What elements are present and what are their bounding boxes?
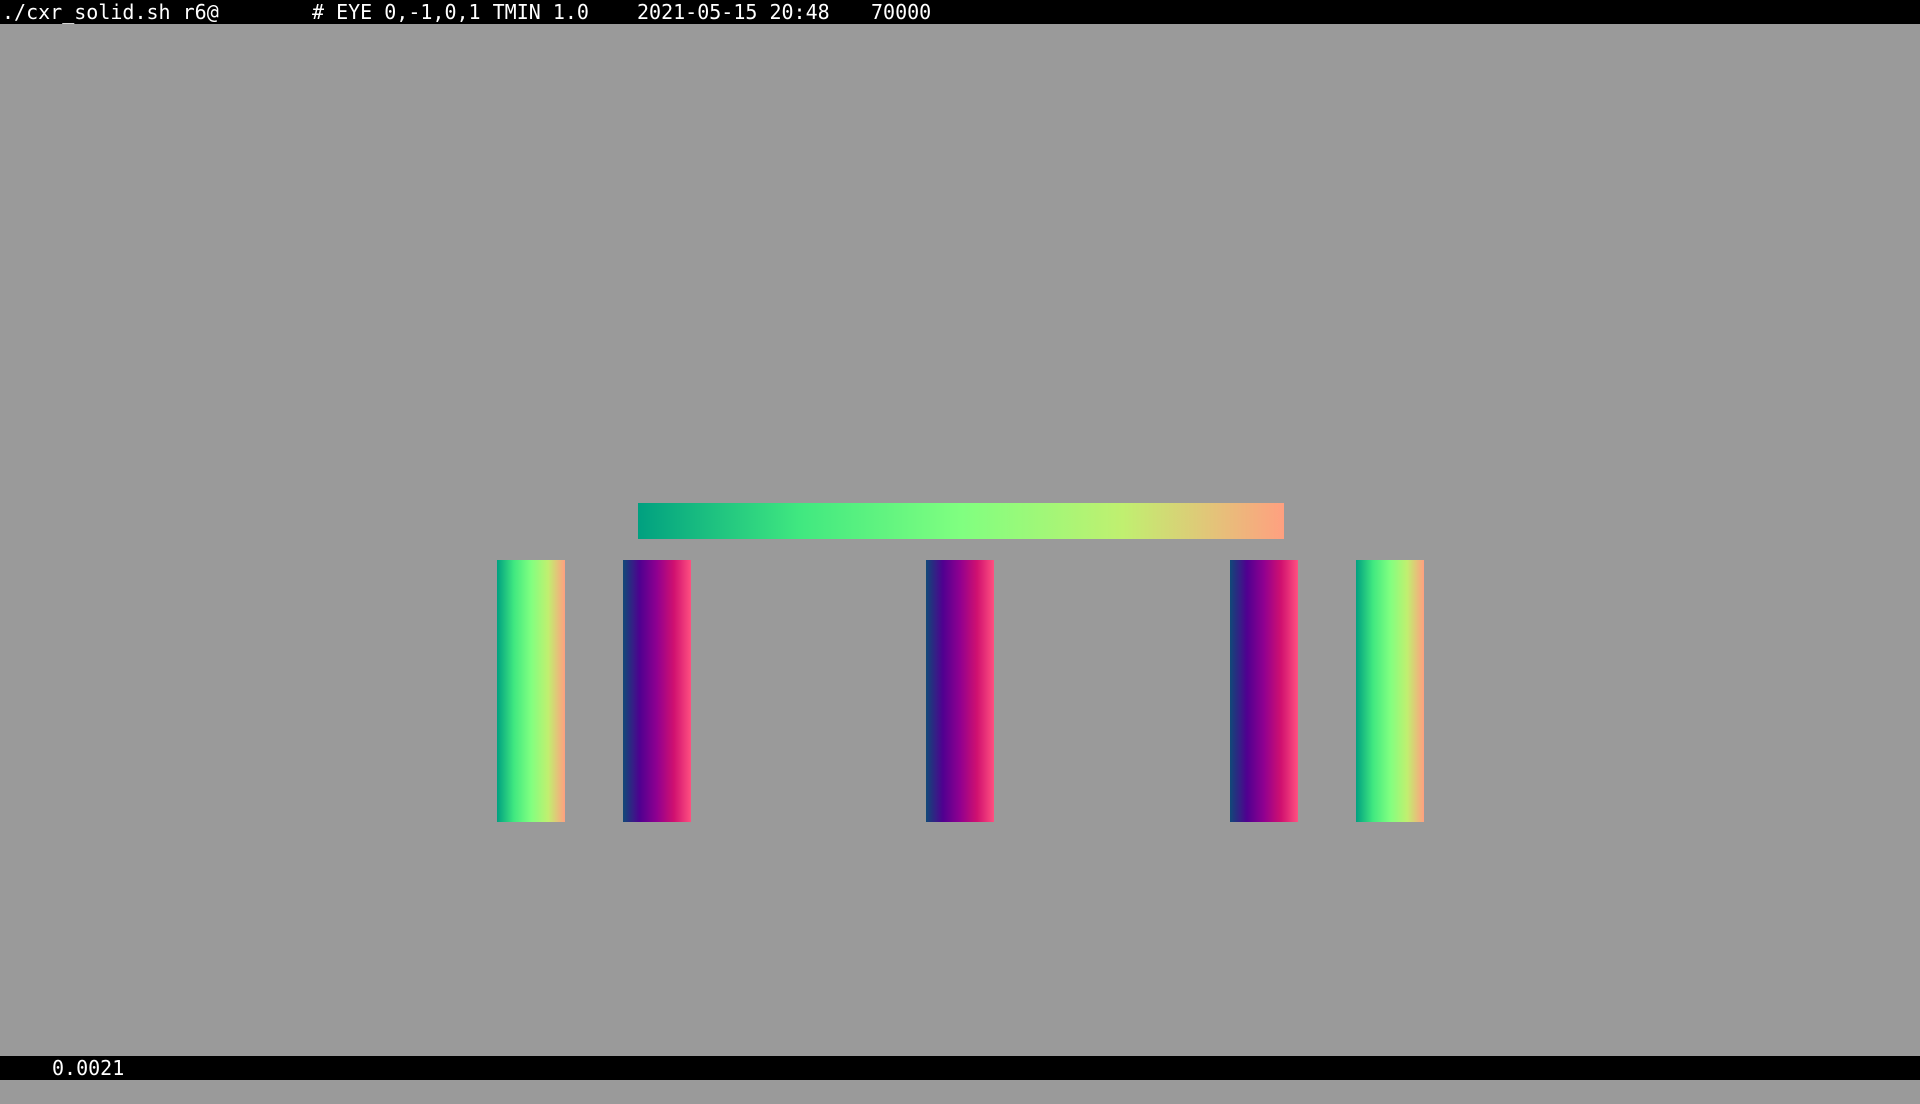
render-viewport[interactable]: [0, 24, 1920, 1056]
pillar-inner-right: [1230, 560, 1298, 822]
pillar-outer-right: [1356, 560, 1424, 822]
render-time-text: 0.0021: [52, 1056, 125, 1080]
pillar-inner-left: [623, 560, 691, 822]
pillar-outer-left: [497, 560, 565, 822]
command-text: ./cxr_solid.sh r6@: [2, 0, 219, 24]
top-status-bar: ./cxr_solid.sh r6@ # EYE 0,-1,0,1 TMIN 1…: [0, 0, 1920, 24]
eye-params-text: # EYE 0,-1,0,1 TMIN 1.0: [312, 0, 589, 24]
pillar-center: [926, 560, 994, 822]
sample-count-text: 70000: [871, 0, 932, 24]
horizontal-beam: [638, 503, 1284, 539]
datetime-text: 2021-05-15 20:48: [637, 0, 830, 24]
bottom-status-bar: 0.0021: [0, 1056, 1920, 1080]
